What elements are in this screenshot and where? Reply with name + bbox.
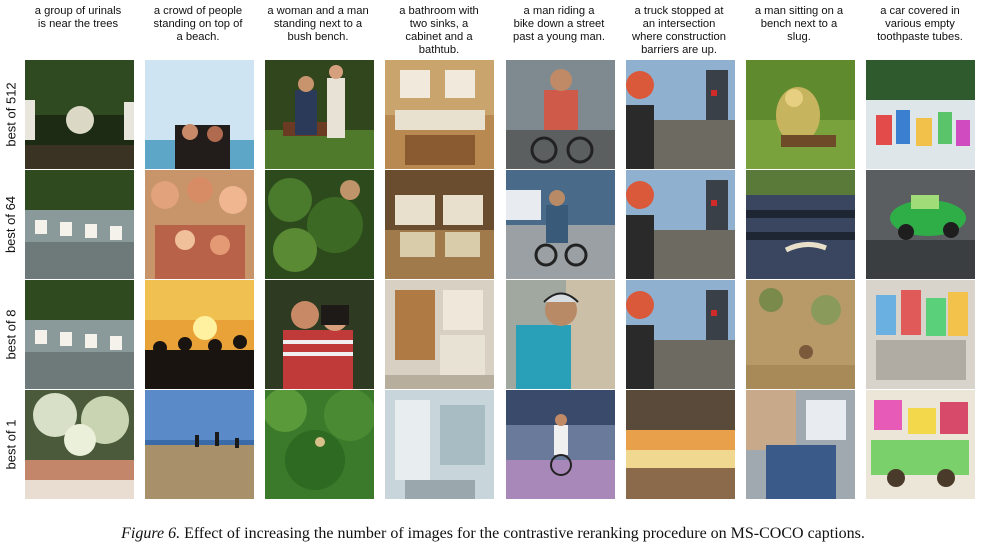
column-caption: a car covered in various empty toothpast… <box>877 5 963 43</box>
generated-image <box>506 170 615 279</box>
generated-image <box>265 390 374 499</box>
generated-image <box>25 390 134 499</box>
generated-image <box>746 170 855 279</box>
figure-caption-text: Effect of increasing the number of image… <box>180 525 865 542</box>
column-caption: a group of urinals is near the trees <box>34 5 122 30</box>
generated-image <box>746 390 855 499</box>
generated-image <box>265 60 374 169</box>
column-caption: a man riding a bike down a street past a… <box>512 5 606 43</box>
generated-image <box>866 60 975 169</box>
generated-image <box>25 60 134 169</box>
row-label: best of 64 <box>3 195 19 254</box>
generated-image <box>746 60 855 169</box>
row-label: best of 8 <box>3 309 19 360</box>
figure-label: Figure 6. <box>121 525 181 542</box>
generated-image <box>626 280 735 389</box>
column-caption: a truck stopped at an intersection where… <box>632 5 726 56</box>
generated-image <box>25 280 134 389</box>
generated-image <box>145 60 254 169</box>
generated-image <box>506 280 615 389</box>
generated-image <box>25 170 134 279</box>
generated-image <box>866 390 975 499</box>
generated-image <box>145 170 254 279</box>
figure-6: a group of urinals is near the trees a c… <box>0 0 986 554</box>
generated-image <box>626 390 735 499</box>
generated-image <box>506 390 615 499</box>
generated-image <box>866 280 975 389</box>
generated-image <box>385 390 494 499</box>
generated-image <box>145 390 254 499</box>
generated-image <box>385 170 494 279</box>
row-label: best of 512 <box>3 82 19 147</box>
generated-image <box>746 280 855 389</box>
generated-image <box>265 170 374 279</box>
column-caption: a man sitting on a bench next to a slug. <box>754 5 844 43</box>
column-caption: a woman and a man standing next to a bus… <box>267 5 369 43</box>
generated-image <box>626 170 735 279</box>
generated-image <box>265 280 374 389</box>
generated-image <box>866 170 975 279</box>
generated-image <box>385 280 494 389</box>
generated-image <box>626 60 735 169</box>
column-caption: a bathroom with two sinks, a cabinet and… <box>399 5 479 56</box>
row-label: best of 1 <box>3 419 19 470</box>
column-caption: a crowd of people standing on top of a b… <box>153 5 243 43</box>
generated-image <box>145 280 254 389</box>
generated-image <box>506 60 615 169</box>
figure-caption: Figure 6. Effect of increasing the numbe… <box>0 525 986 543</box>
generated-image <box>385 60 494 169</box>
